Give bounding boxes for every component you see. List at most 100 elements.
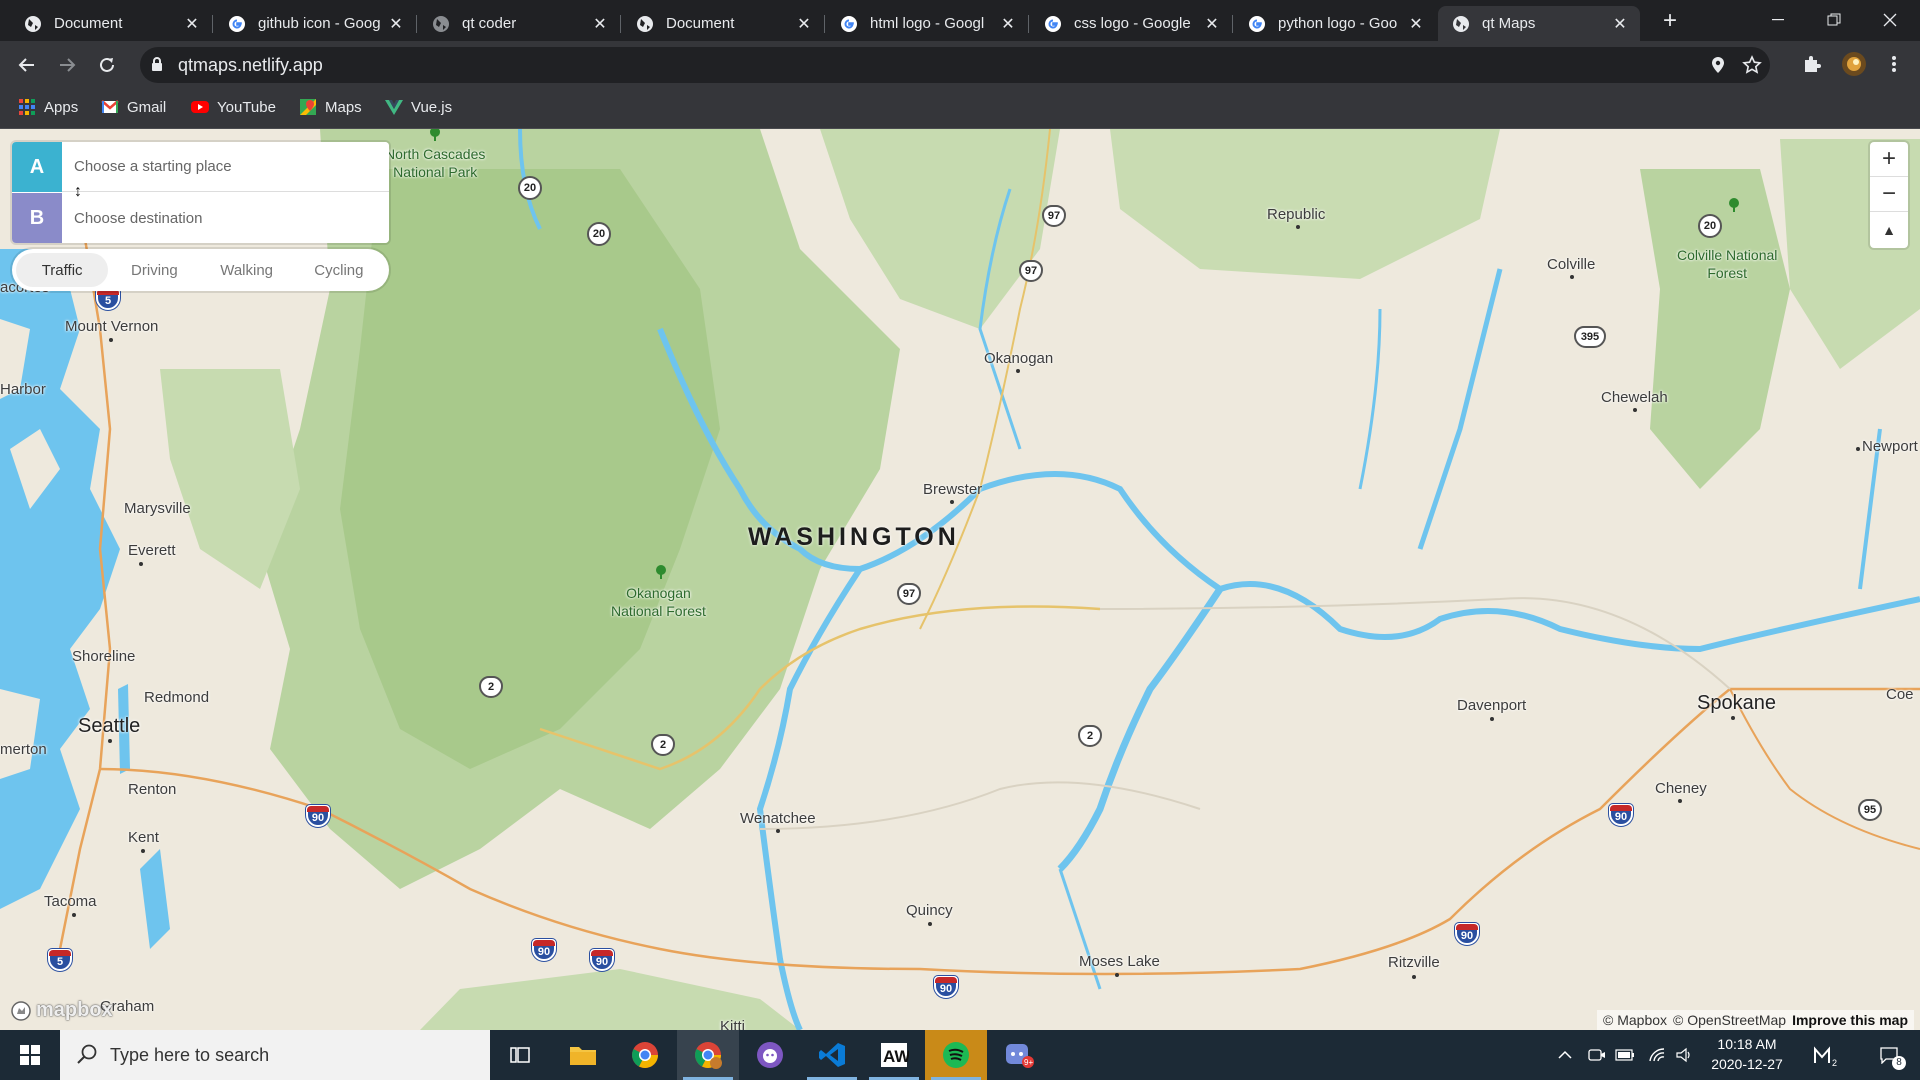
- bookmark-label: YouTube: [217, 98, 276, 116]
- directions-panel: A B ↕: [12, 142, 389, 243]
- place-ritzville: Ritzville: [1388, 954, 1440, 971]
- tray-volume[interactable]: [1672, 1030, 1698, 1080]
- close-icon[interactable]: ✕: [1204, 14, 1220, 34]
- camera-icon: [1588, 1049, 1605, 1061]
- profile-cycling[interactable]: Cycling: [293, 253, 385, 287]
- location-pin-icon[interactable]: [1708, 55, 1728, 75]
- taskbar-word-app[interactable]: AW: [863, 1030, 925, 1080]
- system-clock[interactable]: 10:18 AM 2020-12-27: [1702, 1034, 1792, 1074]
- vue-icon: [385, 100, 403, 115]
- taskbar-github-desktop[interactable]: [739, 1030, 801, 1080]
- route-shield-us-20: 20: [1698, 214, 1722, 238]
- new-tab-button[interactable]: +: [1656, 8, 1684, 36]
- map-canvas[interactable]: North Cascades National Park Republic Co…: [0, 129, 1920, 1030]
- origin-marker-label: A: [12, 142, 62, 192]
- restore-button[interactable]: [1806, 0, 1862, 40]
- bookmark-apps[interactable]: Apps: [18, 98, 78, 116]
- bookmark-vuejs[interactable]: Vue.js: [385, 98, 452, 116]
- tab-qt-maps[interactable]: qt Maps ✕: [1438, 6, 1640, 41]
- place-brewster: Brewster: [923, 481, 983, 498]
- profile-driving[interactable]: Driving: [108, 253, 200, 287]
- close-icon[interactable]: ✕: [592, 14, 608, 34]
- profile-traffic[interactable]: Traffic: [16, 253, 109, 287]
- show-hidden-icons-button[interactable]: [1552, 1030, 1578, 1080]
- url-text: qtmaps.netlify.app: [178, 55, 323, 75]
- minimize-icon: [1772, 19, 1784, 21]
- address-bar[interactable]: qtmaps.netlify.app: [140, 47, 1770, 83]
- bookmark-maps[interactable]: Maps: [299, 98, 362, 116]
- reload-icon: [100, 57, 114, 72]
- tab-title: github icon - Goog: [258, 15, 380, 32]
- reload-button[interactable]: [91, 49, 123, 81]
- bookmarks-bar: Apps Gmail YouTube Maps Vue.js: [0, 88, 1920, 129]
- zoom-out-button[interactable]: −: [1870, 177, 1908, 212]
- extensions-button[interactable]: [1797, 49, 1827, 79]
- browser-menu-button[interactable]: [1879, 49, 1909, 79]
- travel-profile-selector: Traffic Driving Walking Cycling: [12, 249, 389, 291]
- route-shield-us-395: 395: [1574, 326, 1606, 348]
- tab-title: Document: [666, 15, 735, 32]
- place-redmond: Redmond: [144, 689, 210, 706]
- mapbox-logo[interactable]: mapbox: [10, 999, 113, 1022]
- close-icon[interactable]: ✕: [1408, 14, 1424, 34]
- close-icon: [1883, 13, 1897, 27]
- close-icon[interactable]: ✕: [1000, 14, 1016, 34]
- close-icon[interactable]: ✕: [796, 14, 812, 34]
- action-center-button[interactable]: 8: [1866, 1030, 1912, 1080]
- bookmark-gmail[interactable]: Gmail: [101, 98, 166, 116]
- task-view-button[interactable]: [489, 1030, 551, 1080]
- attribution-mapbox[interactable]: © Mapbox: [1603, 1012, 1667, 1028]
- tab-title: python logo - Goo: [1278, 15, 1398, 32]
- star-icon[interactable]: [1742, 55, 1762, 75]
- forward-button[interactable]: [51, 49, 83, 81]
- attribution-osm[interactable]: © OpenStreetMap: [1673, 1012, 1786, 1028]
- close-icon[interactable]: ✕: [1612, 14, 1628, 34]
- back-button[interactable]: [11, 49, 43, 81]
- tab-github-icon[interactable]: github icon - Goog ✕: [214, 6, 417, 41]
- taskbar-chrome-active[interactable]: [677, 1030, 739, 1080]
- swap-directions-icon[interactable]: ↕: [70, 183, 86, 201]
- google-icon: [841, 15, 857, 32]
- tab-css-logo[interactable]: css logo - Google ✕: [1030, 6, 1233, 41]
- tray-meet-now[interactable]: [1584, 1030, 1610, 1080]
- tab-title: qt Maps: [1482, 15, 1536, 32]
- close-window-button[interactable]: [1862, 0, 1918, 40]
- route-shield-us-20: 20: [587, 222, 611, 246]
- taskbar-vscode[interactable]: [801, 1030, 863, 1080]
- profile-walking[interactable]: Walking: [201, 253, 293, 287]
- close-icon[interactable]: ✕: [184, 14, 200, 34]
- taskbar-spotify[interactable]: [925, 1030, 987, 1080]
- place-seattle: Seattle: [78, 715, 141, 737]
- compass-button[interactable]: ▲: [1870, 212, 1908, 247]
- origin-input[interactable]: [62, 142, 389, 192]
- lock-icon: [152, 57, 162, 71]
- profile-avatar[interactable]: [1839, 49, 1869, 79]
- tab-python-logo[interactable]: python logo - Goo ✕: [1234, 6, 1436, 41]
- tab-html-logo[interactable]: html logo - Googl ✕: [826, 6, 1029, 41]
- start-button[interactable]: [0, 1030, 60, 1080]
- tray-mail[interactable]: 2: [1806, 1030, 1846, 1080]
- place-kittitas: Kitti: [720, 1018, 746, 1030]
- tray-battery[interactable]: [1612, 1030, 1638, 1080]
- zoom-in-button[interactable]: +: [1870, 142, 1908, 177]
- taskbar-discord[interactable]: 9+: [988, 1030, 1050, 1080]
- tab-document-1[interactable]: Document ✕: [10, 6, 213, 41]
- tab-document-2[interactable]: Document ✕: [622, 6, 825, 41]
- place-okanogan: Okanogan: [984, 350, 1054, 367]
- tab-qt-coder[interactable]: qt coder ✕: [418, 6, 621, 41]
- destination-input[interactable]: [62, 193, 389, 243]
- improve-map-link[interactable]: Improve this map: [1792, 1012, 1908, 1028]
- tray-wifi[interactable]: [1644, 1030, 1670, 1080]
- minimize-button[interactable]: [1750, 0, 1806, 40]
- taskbar-file-explorer[interactable]: [552, 1030, 614, 1080]
- close-icon[interactable]: ✕: [388, 14, 404, 34]
- globe-icon: [433, 15, 449, 32]
- arrow-right-icon: [60, 58, 76, 72]
- taskbar-chrome[interactable]: [614, 1030, 676, 1080]
- mapbox-icon: [11, 1000, 31, 1021]
- spotify-icon: [943, 1042, 969, 1068]
- taskbar-search[interactable]: Type here to search: [60, 1030, 490, 1080]
- bookmark-youtube[interactable]: YouTube: [191, 98, 276, 116]
- maps-icon: [300, 99, 316, 115]
- folder-icon: [570, 1047, 596, 1065]
